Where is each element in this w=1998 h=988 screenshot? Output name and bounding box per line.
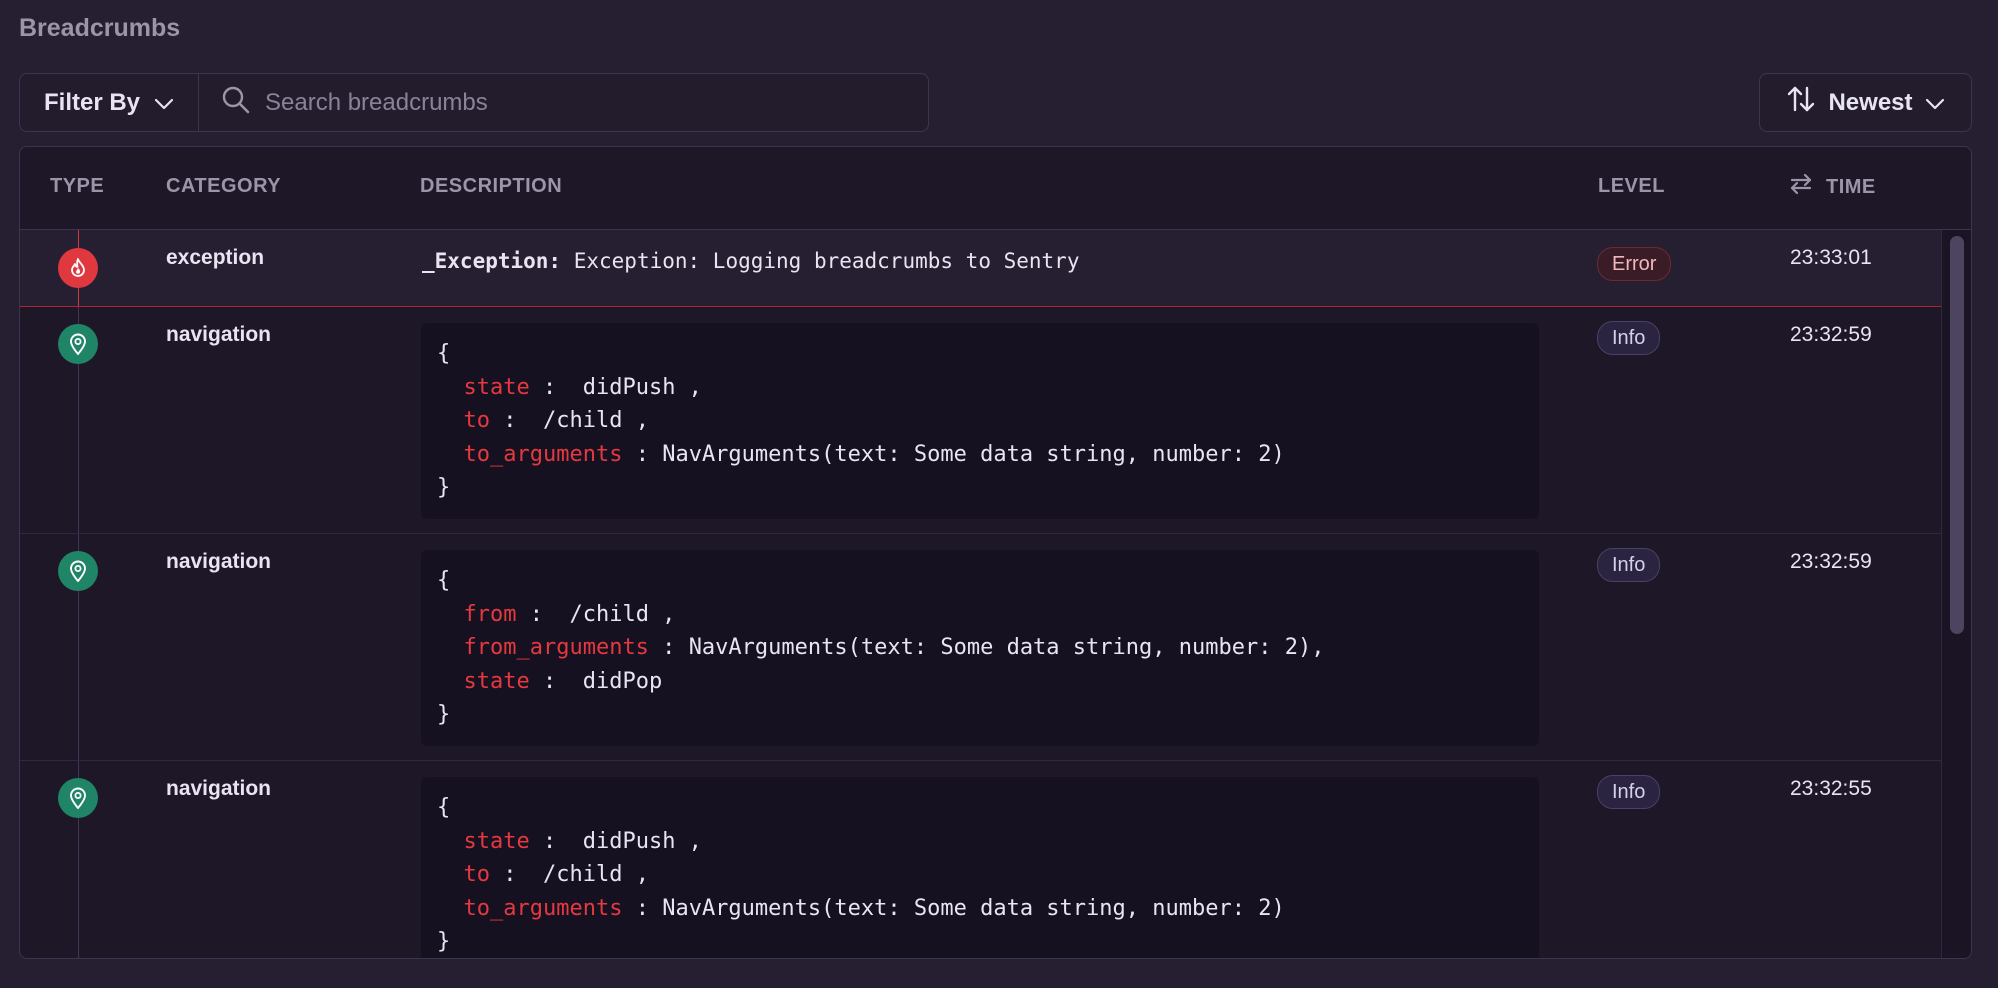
header-level: LEVEL — [1598, 175, 1665, 197]
code-close-brace: } — [437, 929, 451, 954]
header-time-toggle[interactable]: TIME — [1790, 173, 1876, 201]
chevron-down-icon — [154, 89, 174, 117]
code-key: state — [463, 374, 530, 400]
location-pin-icon — [58, 778, 98, 818]
level-badge-info: Info — [1597, 775, 1661, 809]
code-separator: : — [490, 862, 543, 887]
code-open-brace: { — [437, 568, 451, 593]
code-value: /child , — [569, 601, 676, 627]
code-open-brace: { — [437, 341, 451, 366]
code-separator: : — [529, 374, 583, 400]
code-value: didPush , — [582, 374, 702, 400]
row-description: _Exception: Exception: Logging breadcrum… — [422, 249, 1079, 273]
code-value: /child , — [542, 862, 649, 887]
row-category: navigation — [166, 323, 272, 346]
level-badge-error: Error — [1597, 247, 1672, 281]
row-category: navigation — [166, 550, 272, 573]
location-pin-icon — [58, 324, 98, 364]
breadcrumb-row-exception[interactable]: exception _Exception: Exception: Logging… — [20, 230, 1942, 307]
code-separator: : — [529, 668, 583, 694]
row-category: exception — [166, 246, 265, 269]
code-key: to_arguments — [463, 895, 623, 921]
filter-by-button[interactable]: Filter By — [20, 74, 199, 131]
code-key: to — [463, 408, 491, 433]
code-open-brace: { — [437, 795, 451, 820]
row-time: 23:33:01 — [1790, 246, 1872, 269]
breadcrumbs-panel: TYPE CATEGORY DESCRIPTION LEVEL TIME exc… — [19, 146, 1972, 959]
code-separator: : — [622, 441, 663, 467]
sort-arrows-icon — [1786, 84, 1816, 121]
code-block: { state : didPush , to : /child , to_arg… — [421, 323, 1539, 519]
search-box — [199, 74, 928, 131]
code-close-brace: } — [437, 475, 451, 500]
level-badge-info: Info — [1597, 548, 1661, 582]
row-time: 23:32:55 — [1790, 777, 1872, 800]
code-key: state — [463, 668, 530, 694]
header-description: DESCRIPTION — [420, 175, 563, 197]
swap-arrows-icon — [1790, 173, 1812, 201]
exception-message: Exception: Logging breadcrumbs to Sentry — [573, 249, 1080, 273]
code-separator: : — [648, 635, 689, 660]
header-category: CATEGORY — [166, 175, 282, 197]
row-time: 23:32:59 — [1790, 323, 1872, 346]
filter-search-group: Filter By — [19, 73, 929, 132]
scrollbar[interactable] — [1941, 230, 1971, 958]
code-separator: : — [622, 895, 663, 921]
location-pin-icon — [58, 551, 98, 591]
fire-icon — [58, 248, 98, 288]
code-close-brace: } — [437, 702, 451, 727]
code-value: NavArguments(text: Some data string, num… — [688, 635, 1325, 660]
code-key: state — [463, 828, 530, 854]
search-icon — [221, 85, 251, 120]
code-block: { state : didPush , to : /child , to_arg… — [421, 777, 1539, 958]
row-category: navigation — [166, 777, 272, 800]
table-header: TYPE CATEGORY DESCRIPTION LEVEL TIME — [20, 147, 1971, 230]
breadcrumb-row-navigation[interactable]: navigation { state : didPush , to : /chi… — [20, 761, 1942, 958]
chevron-down-icon — [1925, 89, 1945, 117]
code-value: /child , — [542, 408, 649, 433]
code-key: from_arguments — [463, 635, 649, 660]
code-value: NavArguments(text: Some data string, num… — [662, 441, 1285, 467]
code-value: didPop — [582, 668, 663, 694]
filter-by-label: Filter By — [43, 88, 141, 116]
exception-type: _Exception: — [422, 249, 562, 273]
header-type: TYPE — [50, 175, 105, 197]
sort-label: Newest — [1828, 88, 1913, 116]
code-separator: : — [529, 828, 583, 854]
scrollbar-thumb[interactable] — [1950, 236, 1964, 634]
code-value: NavArguments(text: Some data string, num… — [662, 895, 1285, 921]
code-key: from — [463, 601, 517, 627]
breadcrumb-list: exception _Exception: Exception: Logging… — [20, 230, 1942, 958]
breadcrumb-row-navigation[interactable]: navigation { from : /child , from_argume… — [20, 534, 1942, 761]
header-time: TIME — [1826, 175, 1876, 198]
search-input[interactable] — [263, 87, 928, 118]
row-time: 23:32:59 — [1790, 550, 1872, 573]
code-separator: : — [516, 601, 570, 627]
code-separator: : — [490, 408, 543, 433]
code-key: to — [463, 862, 491, 887]
level-badge-info: Info — [1597, 321, 1661, 355]
section-title: Breadcrumbs — [19, 14, 181, 42]
code-block: { from : /child , from_arguments : NavAr… — [421, 550, 1539, 746]
code-value: didPush , — [582, 828, 702, 854]
code-key: to_arguments — [463, 441, 623, 467]
breadcrumb-row-navigation[interactable]: navigation { state : didPush , to : /chi… — [20, 307, 1942, 534]
sort-button[interactable]: Newest — [1759, 73, 1972, 132]
